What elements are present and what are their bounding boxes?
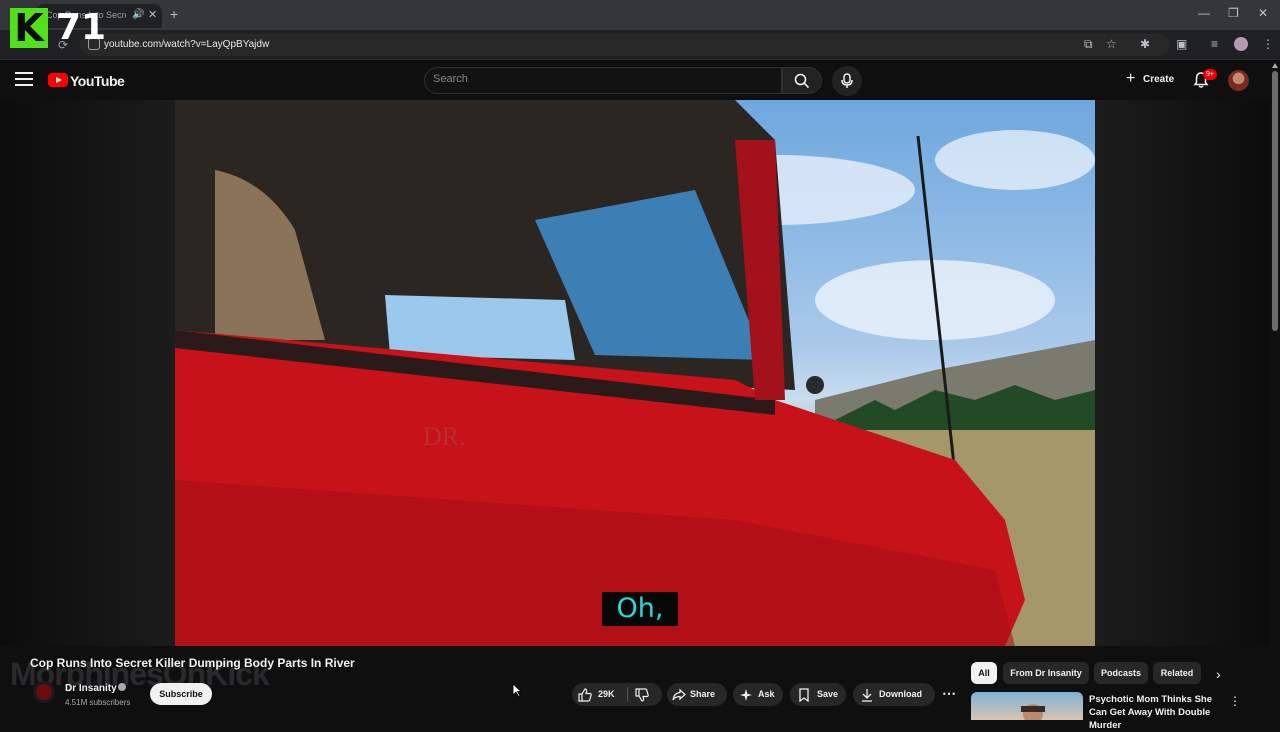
search-box bbox=[424, 67, 782, 94]
video-caption: Oh, bbox=[602, 592, 678, 626]
youtube-wordmark[interactable]: YouTube bbox=[70, 73, 125, 89]
share-icon bbox=[672, 688, 686, 701]
kick-logo: K bbox=[10, 8, 48, 48]
youtube-logo-icon[interactable] bbox=[48, 73, 68, 87]
ask-label: Ask bbox=[758, 689, 775, 699]
split-view-icon[interactable]: ▣ bbox=[1176, 37, 1187, 51]
bookmark-star-icon[interactable]: ☆ bbox=[1106, 37, 1117, 51]
download-icon bbox=[862, 689, 872, 702]
guide-menu-icon[interactable] bbox=[15, 72, 33, 88]
search-button[interactable] bbox=[782, 67, 822, 94]
like-count: 29K bbox=[598, 689, 615, 699]
share-label: Share bbox=[690, 689, 716, 699]
youtube-header: YouTube + Create 9+ bbox=[0, 61, 1280, 100]
recommendation-thumbnail[interactable] bbox=[971, 692, 1083, 720]
share-button[interactable]: Share bbox=[667, 683, 727, 706]
scrollbar-thumb[interactable] bbox=[1272, 71, 1278, 331]
microphone-icon bbox=[841, 73, 853, 88]
dislike-button[interactable] bbox=[628, 683, 662, 706]
create-button[interactable]: + Create bbox=[1118, 67, 1180, 94]
chip-podcasts[interactable]: Podcasts bbox=[1094, 662, 1148, 684]
recommendation-title[interactable]: Psychotic Mom Thinks She Can Get Away Wi… bbox=[1089, 693, 1224, 732]
browser-tab-bar: Cop Runs Into Secret K 🔊 ✕ + — ❐ ✕ bbox=[0, 0, 1280, 30]
url-text: youtube.com/watch?v=LayQpBYajdw bbox=[104, 39, 270, 50]
install-app-icon[interactable]: ⧉ bbox=[1084, 37, 1093, 52]
video-title: Cop Runs Into Secret Killer Dumping Body… bbox=[30, 656, 355, 670]
create-label: Create bbox=[1143, 74, 1175, 85]
tab-audio-icon[interactable]: 🔊 bbox=[132, 9, 144, 20]
thumbs-down-icon bbox=[635, 688, 649, 702]
kick-logo-letter: K bbox=[14, 6, 44, 50]
channel-avatar[interactable] bbox=[33, 681, 55, 703]
tab-close-icon[interactable]: ✕ bbox=[148, 8, 157, 21]
extensions-icon[interactable]: ✱ bbox=[1140, 37, 1150, 51]
media-controls-icon[interactable]: ≡ bbox=[1211, 37, 1218, 51]
subscribe-button[interactable]: Subscribe bbox=[150, 683, 212, 705]
chip-all[interactable]: All bbox=[971, 662, 997, 684]
voice-search-button[interactable] bbox=[832, 66, 862, 96]
search-icon bbox=[794, 73, 810, 89]
close-window-icon[interactable]: ✕ bbox=[1258, 6, 1268, 20]
new-tab-icon[interactable]: + bbox=[170, 6, 178, 22]
channel-name[interactable]: Dr Insanity bbox=[65, 683, 117, 694]
browser-profile-avatar[interactable] bbox=[1234, 37, 1248, 51]
bookmark-icon bbox=[799, 688, 809, 702]
search-input[interactable] bbox=[433, 73, 753, 85]
scroll-up-arrow-icon[interactable] bbox=[1272, 63, 1278, 68]
video-scene-image: DR. bbox=[175, 100, 1095, 646]
svg-text:DR.: DR. bbox=[423, 422, 466, 451]
restore-icon[interactable]: ❐ bbox=[1228, 6, 1239, 20]
ask-button[interactable]: Ask bbox=[733, 683, 783, 706]
thumbnail-image bbox=[1021, 704, 1045, 720]
account-avatar[interactable] bbox=[1228, 70, 1249, 91]
browser-nav-bar: ⟳ youtube.com/watch?v=LayQpBYajdw ⧉ ☆ ✱ … bbox=[0, 30, 1280, 60]
plus-icon: + bbox=[1126, 70, 1136, 87]
like-dislike-group: 29K bbox=[572, 683, 662, 706]
download-button[interactable]: Download bbox=[853, 683, 935, 706]
chip-from-channel[interactable]: From Dr Insanity bbox=[1003, 662, 1089, 684]
mouse-cursor-icon bbox=[512, 683, 522, 697]
browser-menu-icon[interactable]: ⋮ bbox=[1262, 37, 1274, 51]
save-button[interactable]: Save bbox=[790, 683, 846, 706]
more-actions-icon[interactable]: ⋯ bbox=[940, 684, 958, 704]
download-label: Download bbox=[879, 689, 922, 699]
recommendation-menu-icon[interactable]: ⋮ bbox=[1229, 694, 1241, 708]
sparkle-icon bbox=[740, 689, 752, 701]
notification-badge: 9+ bbox=[1203, 69, 1217, 80]
thumbs-up-icon bbox=[578, 688, 592, 702]
subscriber-count: 4.51M subscribers bbox=[65, 698, 131, 707]
verified-badge-icon bbox=[118, 683, 126, 691]
save-label: Save bbox=[817, 689, 839, 699]
minimize-icon[interactable]: — bbox=[1198, 6, 1210, 20]
address-bar[interactable]: youtube.com/watch?v=LayQpBYajdw bbox=[80, 34, 1170, 56]
video-frame[interactable]: DR. bbox=[175, 100, 1095, 646]
page-scrollbar[interactable] bbox=[1270, 61, 1280, 720]
like-button[interactable]: 29K bbox=[572, 683, 627, 706]
chip-related[interactable]: Related bbox=[1153, 662, 1201, 684]
chevron-right-icon[interactable]: › bbox=[1216, 666, 1221, 682]
overlay-number: 71 bbox=[56, 7, 107, 48]
